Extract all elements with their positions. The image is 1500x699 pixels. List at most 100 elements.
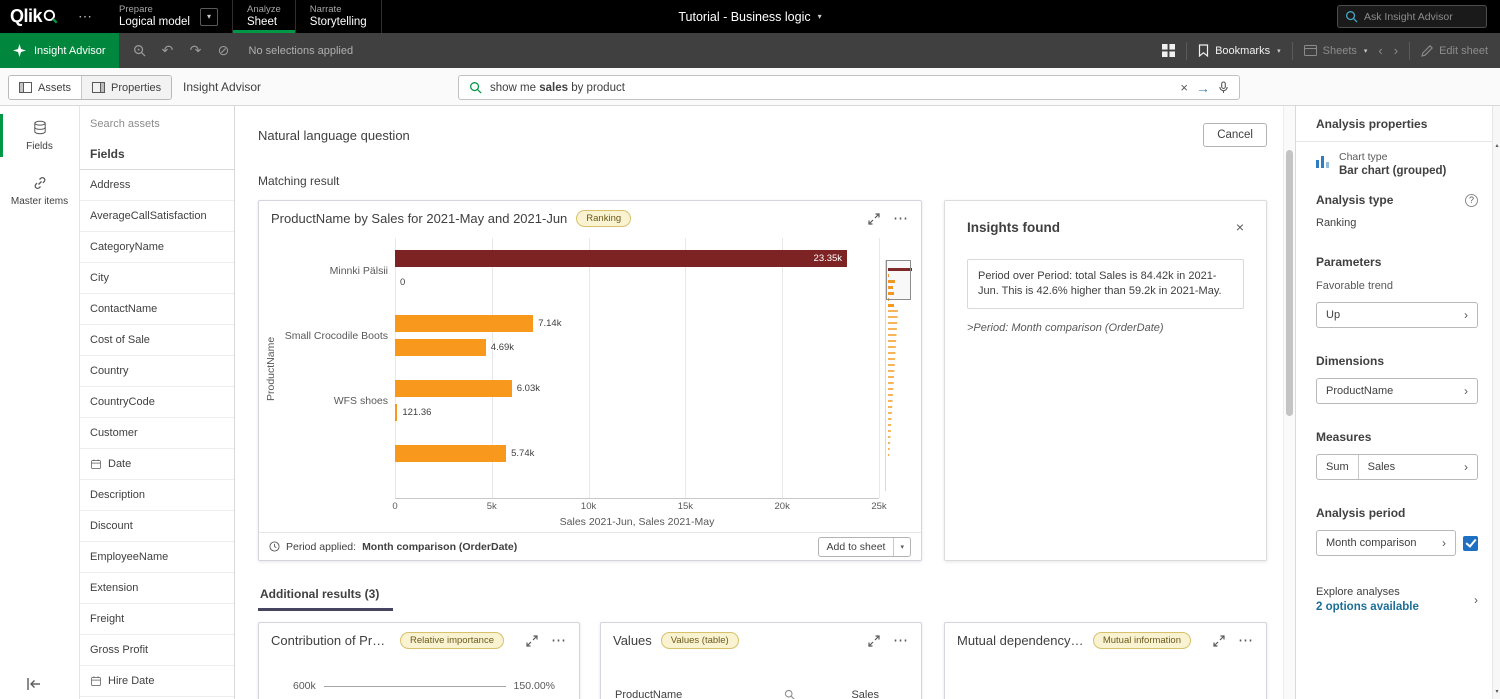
- field-item-freight[interactable]: Freight: [80, 604, 234, 635]
- app-title-dropdown[interactable]: Tutorial - Business logic ▾: [678, 0, 821, 33]
- submit-question-button[interactable]: →: [1196, 80, 1210, 96]
- tab-analyze[interactable]: Analyze Sheet: [233, 0, 295, 33]
- main-scrollbar[interactable]: [1283, 106, 1295, 699]
- expand-chart-button[interactable]: [1213, 635, 1225, 647]
- selections-tool-button[interactable]: [127, 38, 153, 64]
- sidebar-item-fields[interactable]: Fields: [0, 110, 79, 161]
- expand-chart-button[interactable]: [868, 213, 880, 225]
- bar-WFS shoes[interactable]: [395, 380, 512, 397]
- previous-sheet-button[interactable]: ‹: [1378, 43, 1382, 58]
- cancel-button[interactable]: Cancel: [1203, 123, 1267, 147]
- field-item-description[interactable]: Description: [80, 480, 234, 511]
- chart-type-label: Chart type: [1339, 151, 1446, 163]
- field-item-hire-date[interactable]: Hire Date: [80, 666, 234, 697]
- properties-tab-button[interactable]: Properties: [81, 76, 171, 99]
- dimension-select[interactable]: ProductName ›: [1316, 378, 1478, 404]
- nl-question-token: by: [568, 82, 587, 94]
- clear-selections-button[interactable]: ⊘: [211, 38, 237, 64]
- bookmarks-button[interactable]: Bookmarks ▾: [1198, 44, 1281, 57]
- bar-item[interactable]: [395, 445, 506, 462]
- field-item-extension[interactable]: Extension: [80, 573, 234, 604]
- step-forward-button[interactable]: ↷: [183, 38, 209, 64]
- global-insight-search[interactable]: [1337, 5, 1487, 28]
- global-menu-button[interactable]: ⋯: [66, 0, 105, 33]
- field-item-categoryname[interactable]: CategoryName: [80, 232, 234, 263]
- clear-search-button[interactable]: ×: [1180, 80, 1188, 95]
- field-item-address[interactable]: Address: [80, 170, 234, 201]
- bar-Small Crocodile Boots[interactable]: [395, 315, 533, 332]
- chevron-right-icon: ›: [1442, 536, 1446, 550]
- edit-sheet-button[interactable]: Edit sheet: [1421, 45, 1488, 57]
- insights-title: Insights found: [967, 220, 1060, 235]
- add-to-sheet-button[interactable]: Add to sheet ▾: [818, 537, 911, 557]
- analysis-period-checkbox[interactable]: [1463, 536, 1478, 551]
- properties-scrollbar[interactable]: ▴ ▾: [1492, 106, 1500, 699]
- field-item-discount[interactable]: Discount: [80, 511, 234, 542]
- bar-Minnki Pälsii[interactable]: [395, 250, 847, 267]
- chevron-right-icon: ›: [1464, 308, 1468, 322]
- bar-Small Crocodile Boots[interactable]: [395, 339, 486, 356]
- column-search-icon[interactable]: [784, 689, 795, 699]
- assets-rail: Fields Master items: [0, 106, 80, 699]
- help-icon[interactable]: ?: [1465, 194, 1478, 207]
- chart-plot[interactable]: 23.35k07.14k4.69k6.03k121.365.74k: [395, 238, 879, 499]
- chart-menu-button[interactable]: ⋯: [551, 636, 567, 646]
- explore-analyses-link[interactable]: Explore analyses 2 options available ›: [1316, 586, 1478, 613]
- chart-type-value: Bar chart (grouped): [1339, 165, 1446, 177]
- field-item-averagecallsatisfaction[interactable]: AverageCallSatisfaction: [80, 201, 234, 232]
- search-assets-input[interactable]: [90, 115, 225, 133]
- prepare-dropdown-button[interactable]: ▾: [200, 8, 218, 26]
- gridline: [782, 238, 783, 498]
- voice-input-button[interactable]: [1218, 81, 1229, 94]
- nl-question-text[interactable]: show me sales by product: [490, 82, 1172, 94]
- sheets-button[interactable]: Sheets ▾: [1304, 45, 1368, 57]
- favorable-trend-select[interactable]: Up ›: [1316, 302, 1478, 328]
- qlik-logo[interactable]: Qlik: [0, 0, 66, 33]
- tab-narrate[interactable]: Narrate Storytelling: [296, 0, 381, 33]
- close-insights-button[interactable]: ×: [1236, 219, 1244, 235]
- field-item-contactname[interactable]: ContactName: [80, 294, 234, 325]
- expand-chart-button[interactable]: [526, 635, 538, 647]
- scrollbar-thumb[interactable]: [1286, 150, 1293, 416]
- measure-select[interactable]: Sum Sales ›: [1316, 454, 1478, 480]
- additional-result-card-values[interactable]: Values Values (table) ⋯ ProductName Sale…: [600, 622, 922, 699]
- collapse-panel-button[interactable]: [26, 677, 42, 691]
- search-icon: [469, 81, 482, 94]
- bar-WFS shoes[interactable]: [395, 404, 397, 421]
- field-item-employeename[interactable]: EmployeeName: [80, 542, 234, 573]
- chart-menu-button[interactable]: ⋯: [893, 636, 909, 646]
- scroll-down-arrow[interactable]: ▾: [1493, 688, 1500, 695]
- next-sheet-button[interactable]: ›: [1394, 43, 1398, 58]
- ask-insight-advisor-input[interactable]: [1364, 11, 1479, 23]
- chart-minimap[interactable]: [885, 260, 911, 491]
- chart-menu-button[interactable]: ⋯: [893, 214, 909, 224]
- add-to-sheet-caret[interactable]: ▾: [893, 538, 910, 556]
- field-item-city[interactable]: City: [80, 263, 234, 294]
- additional-result-card-mutual-dependency[interactable]: Mutual dependency bet... Mutual informat…: [944, 622, 1267, 699]
- field-item-cost-of-sale[interactable]: Cost of Sale: [80, 325, 234, 356]
- chart-menu-button[interactable]: ⋯: [1238, 636, 1254, 646]
- step-back-button[interactable]: ↶: [155, 38, 181, 64]
- tab-prepare[interactable]: Prepare Logical model ▾: [105, 0, 232, 33]
- nl-question-searchbar[interactable]: show me sales by product × →: [458, 75, 1240, 100]
- field-item-customer[interactable]: Customer: [80, 418, 234, 449]
- table-column-sales: Sales: [811, 689, 907, 699]
- assets-tab-button[interactable]: Assets: [9, 76, 81, 99]
- field-item-countrycode[interactable]: CountryCode: [80, 387, 234, 418]
- sidebar-item-master-items[interactable]: Master items: [0, 165, 79, 216]
- field-item-date[interactable]: Date: [80, 449, 234, 480]
- tab-additional-results[interactable]: Additional results (3): [258, 583, 393, 611]
- matching-result-chart-card[interactable]: ProductName by Sales for 2021-May and 20…: [258, 200, 922, 561]
- minimap-window[interactable]: [886, 260, 911, 300]
- explore-options-link[interactable]: 2 options available: [1316, 601, 1419, 613]
- scroll-up-arrow[interactable]: ▴: [1493, 142, 1500, 149]
- analysis-period-select[interactable]: Month comparison ›: [1316, 530, 1456, 556]
- additional-result-card-contribution[interactable]: Contribution of Product... Relative impo…: [258, 622, 580, 699]
- field-item-country[interactable]: Country: [80, 356, 234, 387]
- insight-advisor-toggle-button[interactable]: Insight Advisor: [0, 33, 119, 68]
- measure-aggregation[interactable]: Sum: [1317, 455, 1359, 479]
- expand-chart-button[interactable]: [868, 635, 880, 647]
- field-item-gross-profit[interactable]: Gross Profit: [80, 635, 234, 666]
- favorable-trend-label: Favorable trend: [1316, 280, 1478, 292]
- app-overview-button[interactable]: [1162, 44, 1175, 57]
